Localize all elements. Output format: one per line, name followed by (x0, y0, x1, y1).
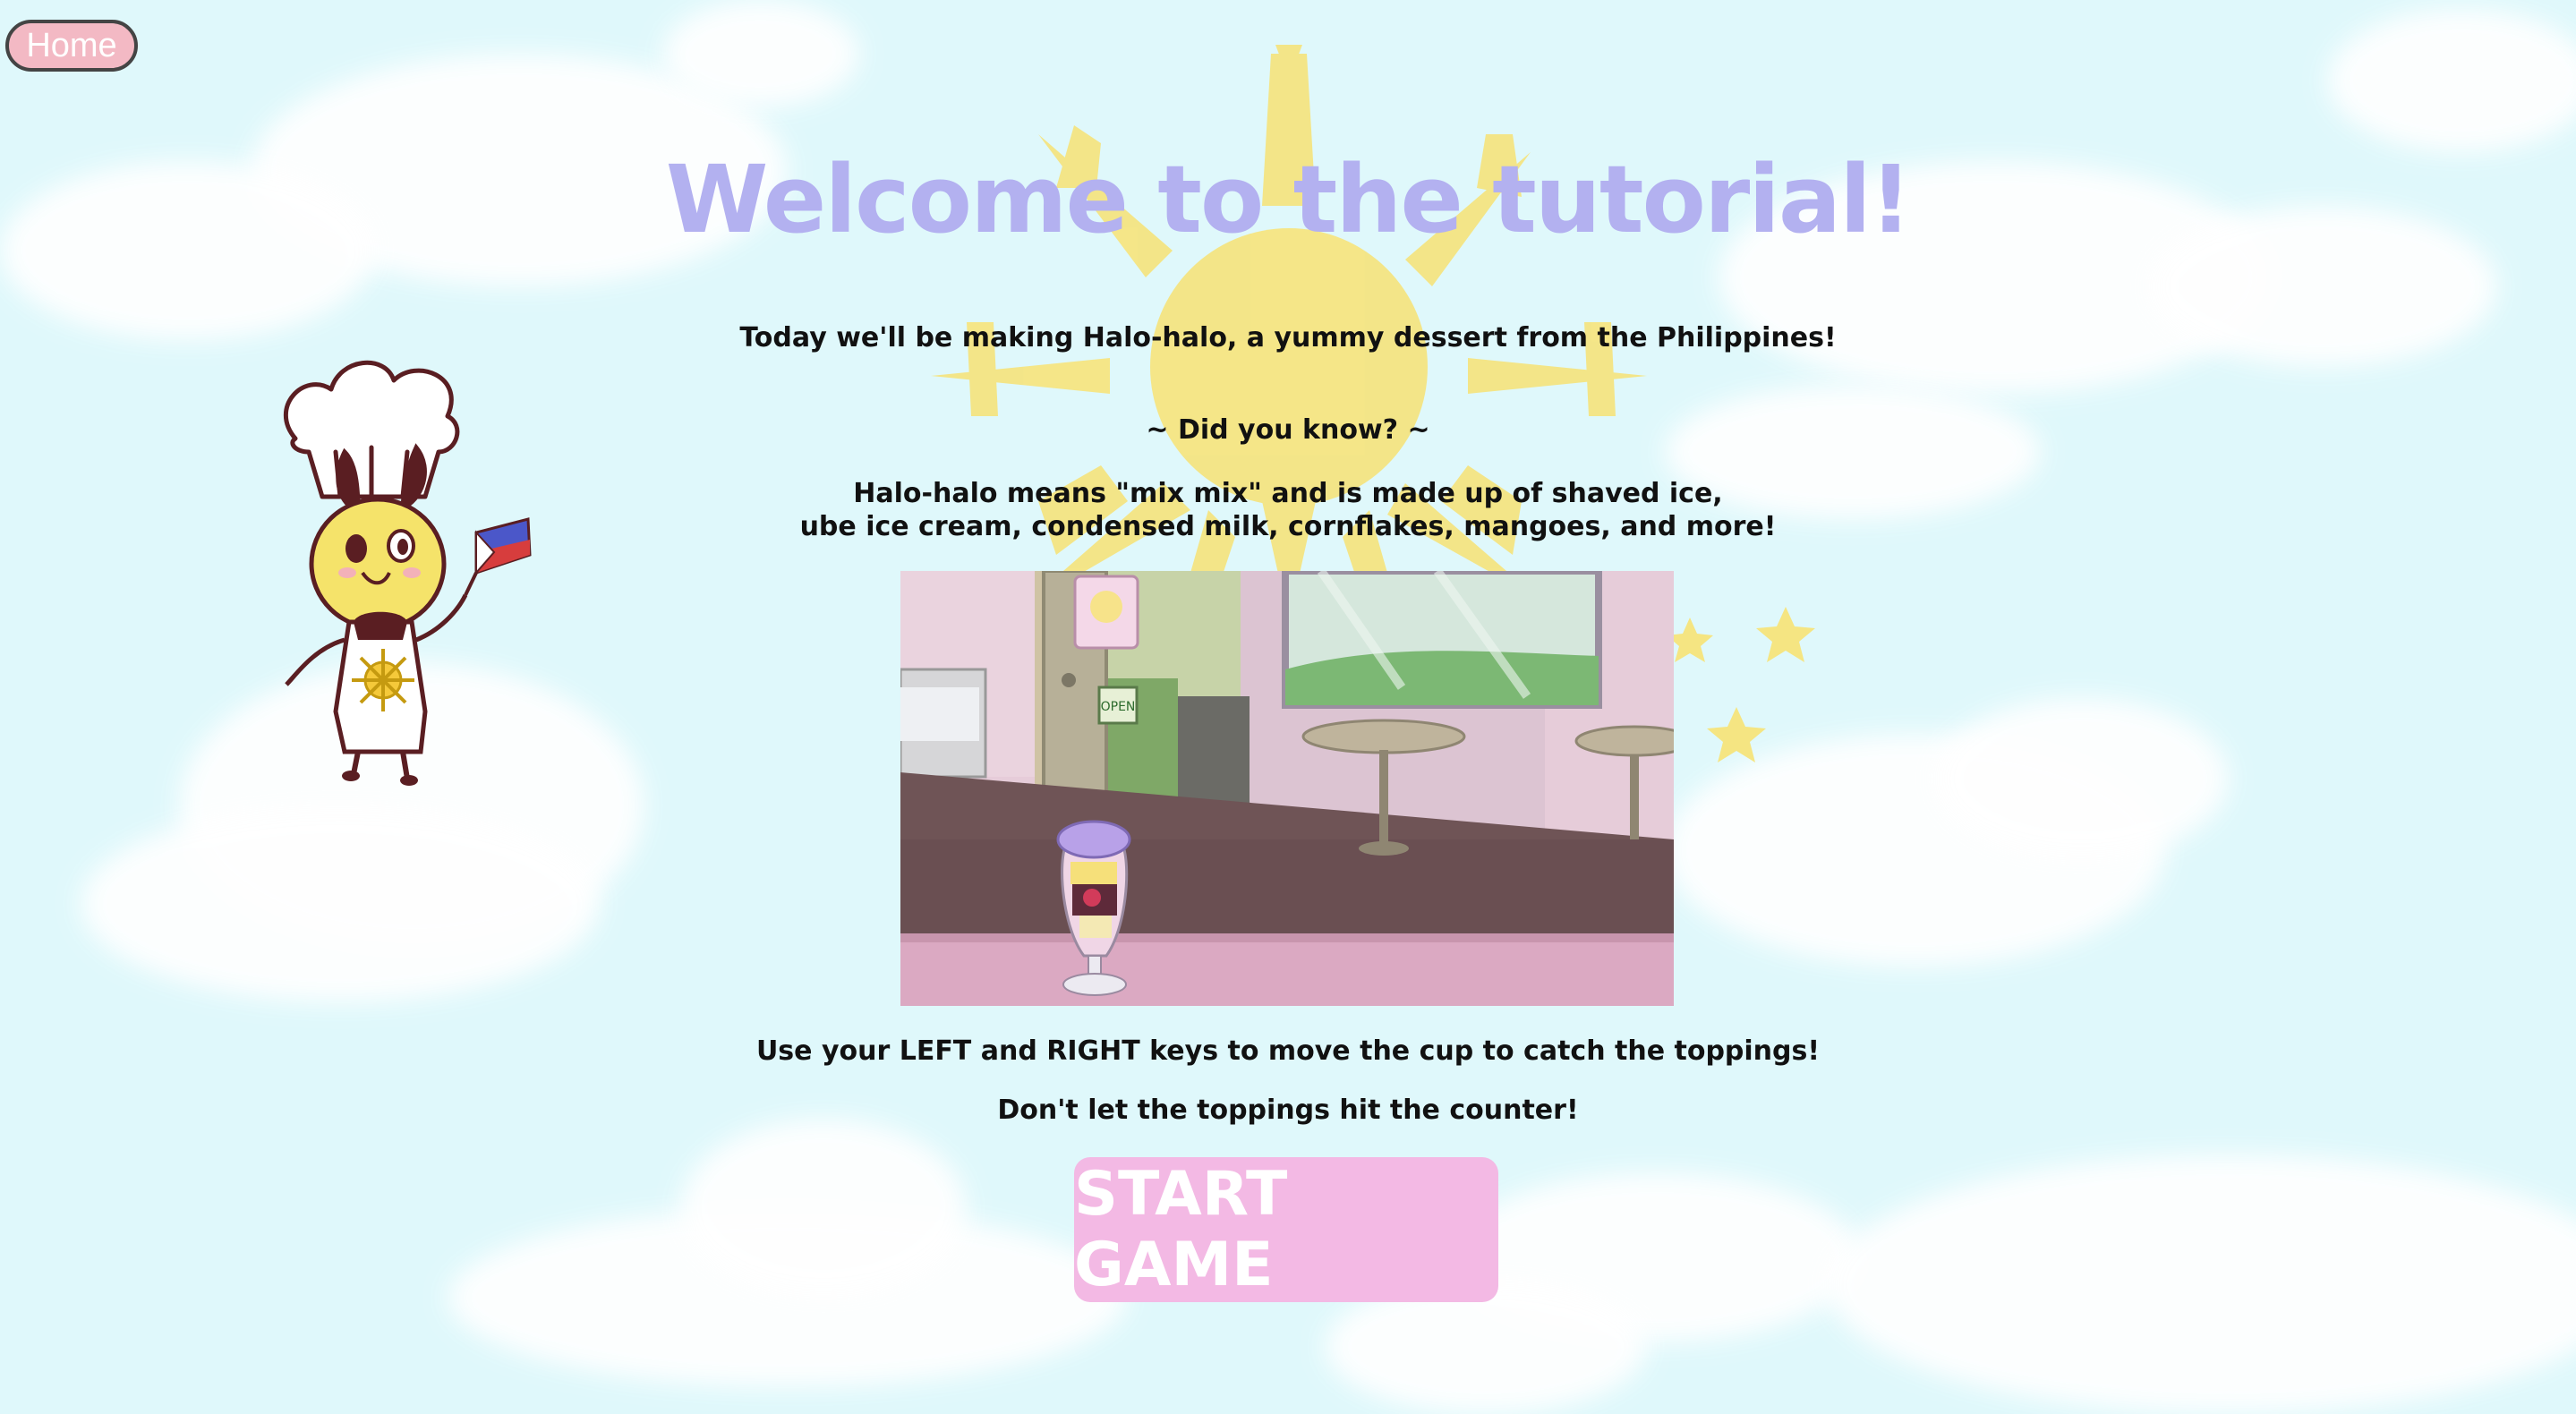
home-button[interactable]: Home (5, 20, 138, 72)
preview-counter (900, 938, 1674, 1006)
fact-line-1: Halo-halo means "mix mix" and is made up… (853, 478, 1723, 509)
fact-line-2: ube ice cream, condensed milk, cornflake… (799, 511, 1777, 542)
preview-table-2 (1574, 725, 1674, 757)
start-game-button[interactable]: START GAME (1074, 1157, 1498, 1302)
preview-table-1 (1301, 719, 1466, 754)
instruction-move: Use your LEFT and RIGHT keys to move the… (755, 1035, 1821, 1067)
game-preview-image: OPEN (900, 571, 1674, 1006)
preview-open-sign: OPEN (1101, 700, 1136, 714)
page-title: Welcome to the tutorial! (665, 145, 1912, 254)
instruction-warning: Don't let the toppings hit the counter! (997, 1095, 1579, 1126)
intro-text: Today we'll be making Halo-halo, a yummy… (739, 322, 1837, 354)
fact-heading: ~ Did you know? ~ (1146, 414, 1430, 446)
